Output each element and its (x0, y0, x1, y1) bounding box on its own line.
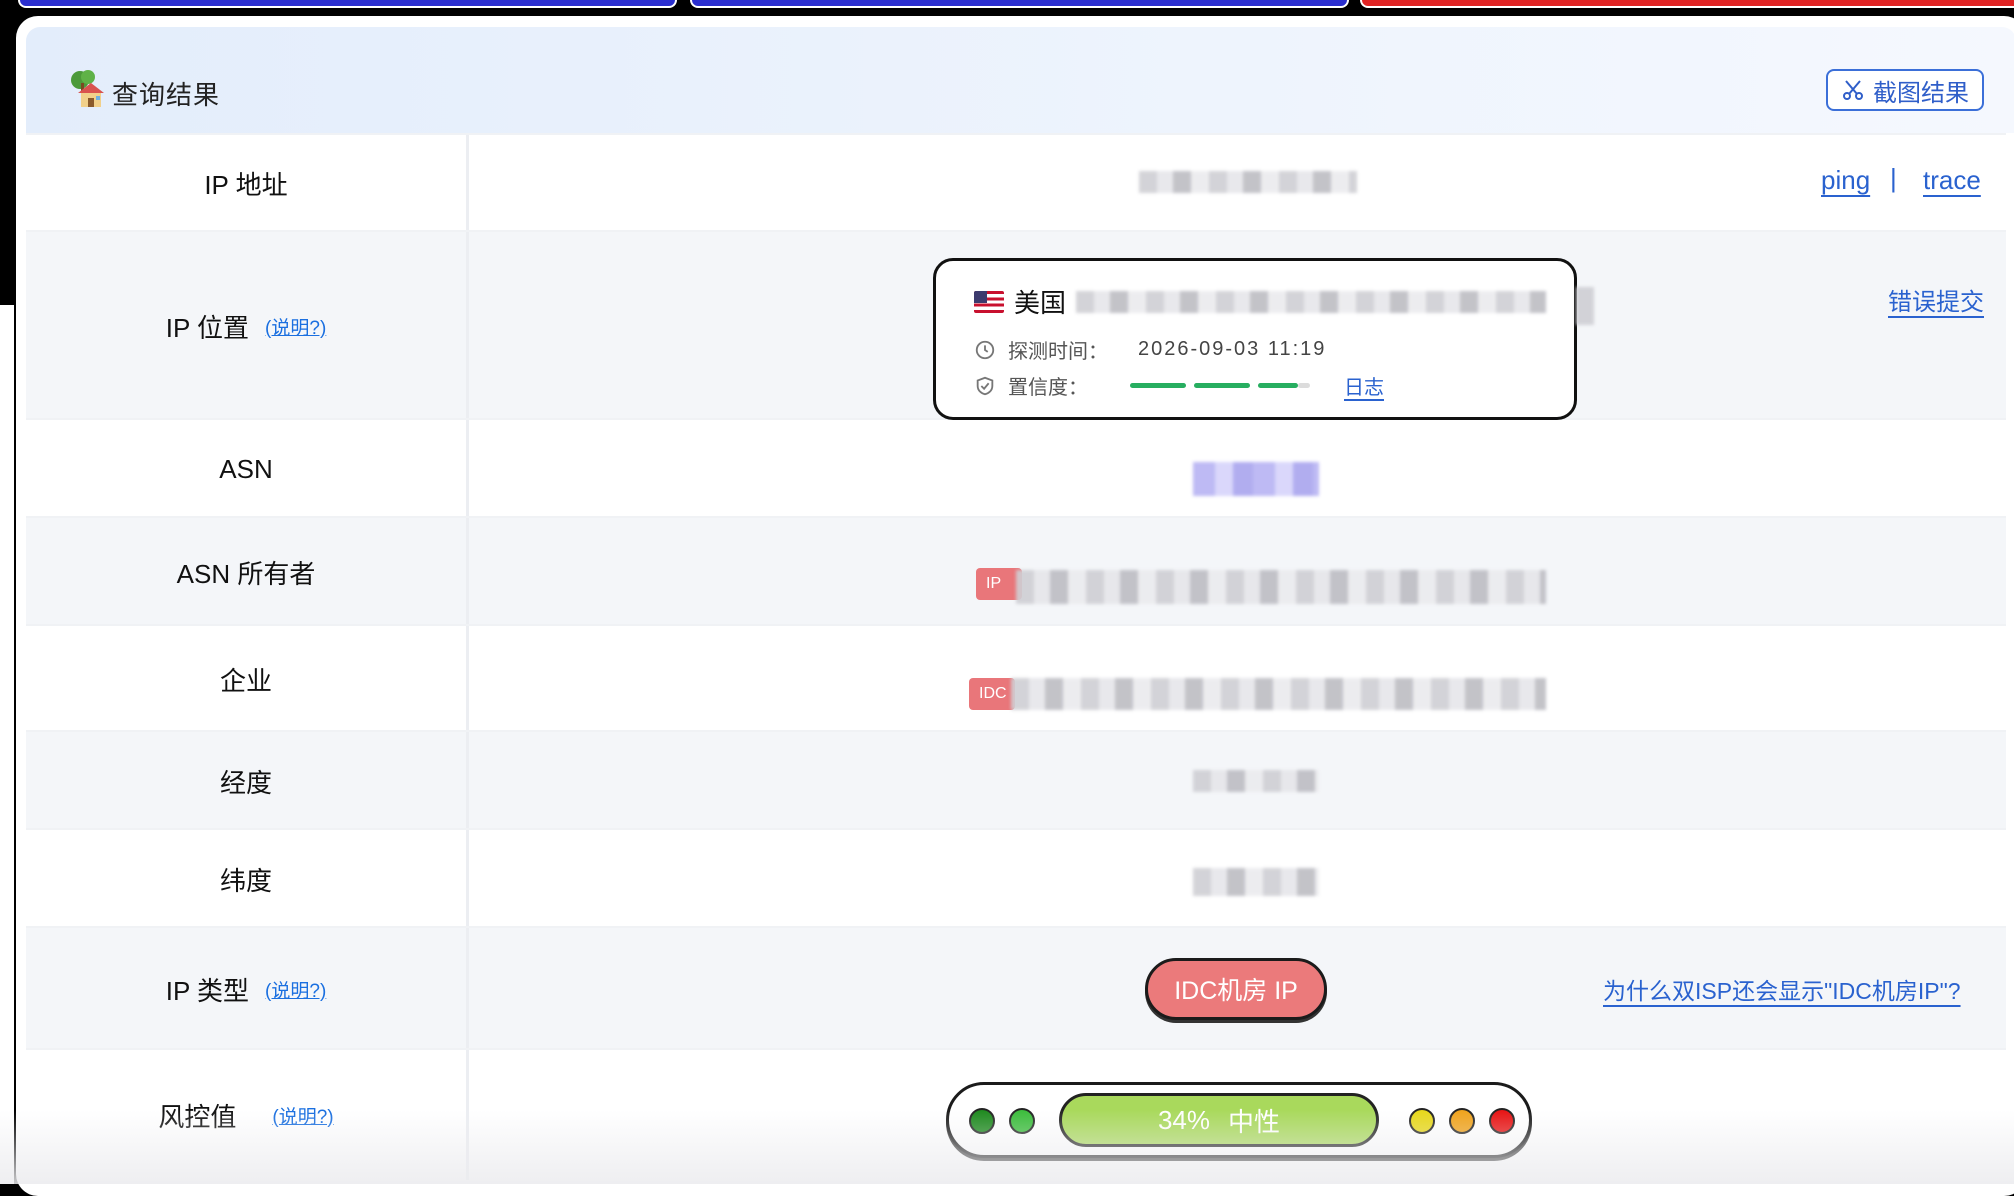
label-text: 企业 (219, 665, 272, 696)
top-tab-1[interactable] (18, 0, 677, 8)
location-box: 美国 探测时间： 2026-09-03 11:19 置信度： 日志 (933, 258, 1594, 420)
detect-time: 2026-09-03 11:19 (1138, 338, 1327, 360)
label-ip-location: IP 位置 (说明?) (26, 232, 469, 420)
log-link[interactable]: 日志 (1344, 371, 1384, 400)
card-header: 查询结果 截图结果 (26, 27, 2014, 133)
risk-bar: 34% 中性 (1059, 1093, 1379, 1147)
us-flag-icon (974, 290, 1004, 313)
ip-type-badge: IDC机房 IP (1145, 958, 1327, 1020)
label-text: ASN (219, 453, 273, 484)
label-ip-address: IP 地址 (26, 135, 469, 232)
asn-value-redacted (1193, 462, 1319, 496)
label-latitude: 纬度 (26, 830, 469, 928)
ip-value-redacted (1139, 171, 1357, 193)
explain-link[interactable]: (说明?) (272, 1102, 333, 1129)
asn-owner-redacted (1016, 570, 1546, 604)
top-tab-2[interactable] (690, 0, 1349, 8)
result-card: 查询结果 截图结果 IP 地址 ping | trace IP 位置 (说明?)… (16, 16, 2014, 1196)
confidence-line: 置信度： 日志 (974, 371, 1384, 400)
top-tab-3[interactable] (1360, 0, 2014, 8)
row-longitude: 经度 (26, 730, 2006, 830)
row-company: 企业 IDC (26, 624, 2006, 732)
left-edge-lower (0, 305, 14, 1184)
scissors-icon (1843, 80, 1863, 100)
label-text: IP 位置 (165, 312, 250, 343)
link-separator: | (1890, 163, 1897, 193)
company-redacted (1011, 678, 1546, 710)
error-report-link[interactable]: 错误提交 (1888, 282, 1984, 317)
risk-dot-red (1489, 1108, 1515, 1134)
country-text: 美国 (1014, 288, 1067, 318)
label-text: 风控值 (158, 1101, 237, 1132)
label-asn-owner: ASN 所有者 (26, 518, 469, 626)
label-text: IP 类型 (165, 975, 250, 1006)
page-title: 查询结果 (112, 80, 221, 110)
confidence-meter (1130, 383, 1318, 388)
trace-link[interactable]: trace (1923, 165, 1981, 196)
longitude-redacted (1193, 770, 1319, 792)
label-ip-type: IP 类型 (说明?) (26, 928, 469, 1050)
shield-check-icon (976, 376, 994, 395)
risk-dot-orange (1449, 1108, 1475, 1134)
explain-link[interactable]: (说明?) (265, 313, 326, 340)
confidence-seg-rest (1298, 383, 1310, 388)
detect-time-line: 探测时间： 2026-09-03 11:19 (974, 335, 1326, 364)
clock-icon (975, 340, 995, 359)
confidence-seg-1 (1130, 383, 1186, 388)
label-text: 纬度 (219, 865, 272, 896)
row-ip-address: IP 地址 ping | trace (26, 133, 2006, 232)
label-risk: 风控值 (说明?) (26, 1050, 469, 1180)
confidence-seg-2 (1194, 383, 1250, 388)
label-text: ASN 所有者 (176, 558, 316, 589)
label-text: 经度 (219, 767, 272, 798)
risk-dot-yellow (1409, 1108, 1435, 1134)
location-line: 美国 (974, 283, 1066, 320)
row-ip-type: IP 类型 (说明?) 为什么双ISP还会显示"IDC机房IP"? (26, 926, 2006, 1050)
ping-link[interactable]: ping (1821, 165, 1870, 196)
confidence-seg-3 (1258, 383, 1298, 388)
label-longitude: 经度 (26, 732, 469, 830)
screenshot-button-label: 截图结果 (1873, 79, 1969, 107)
location-detail-redacted-tail (1576, 287, 1594, 325)
row-asn-owner: ASN 所有者 IP (26, 516, 2006, 626)
confidence-label: 置信度： (1008, 377, 1088, 399)
risk-percent: 34% (1157, 1104, 1211, 1135)
ip-type-badge-text: IDC机房 IP (1174, 977, 1298, 1005)
location-detail-redacted (1076, 291, 1546, 313)
row-asn: ASN (26, 418, 2006, 518)
label-asn: ASN (26, 420, 469, 518)
house-tree-icon (71, 70, 104, 107)
explain-link[interactable]: (说明?) (265, 976, 326, 1003)
risk-level: 中性 (1228, 1106, 1281, 1137)
row-latitude: 纬度 (26, 828, 2006, 928)
risk-meter: 34% 中性 (946, 1082, 1532, 1158)
label-text: IP 地址 (204, 170, 288, 200)
risk-dot-green (1009, 1108, 1035, 1134)
detect-label: 探测时间： (1008, 341, 1108, 363)
risk-dot-dark-green (969, 1108, 995, 1134)
idc-tag: IDC (969, 678, 1015, 710)
latitude-redacted (1193, 868, 1319, 896)
why-idc-link[interactable]: 为什么双ISP还会显示"IDC机房IP"? (1603, 972, 1961, 1006)
screenshot-button[interactable]: 截图结果 (1826, 69, 1984, 111)
label-company: 企业 (26, 626, 469, 732)
